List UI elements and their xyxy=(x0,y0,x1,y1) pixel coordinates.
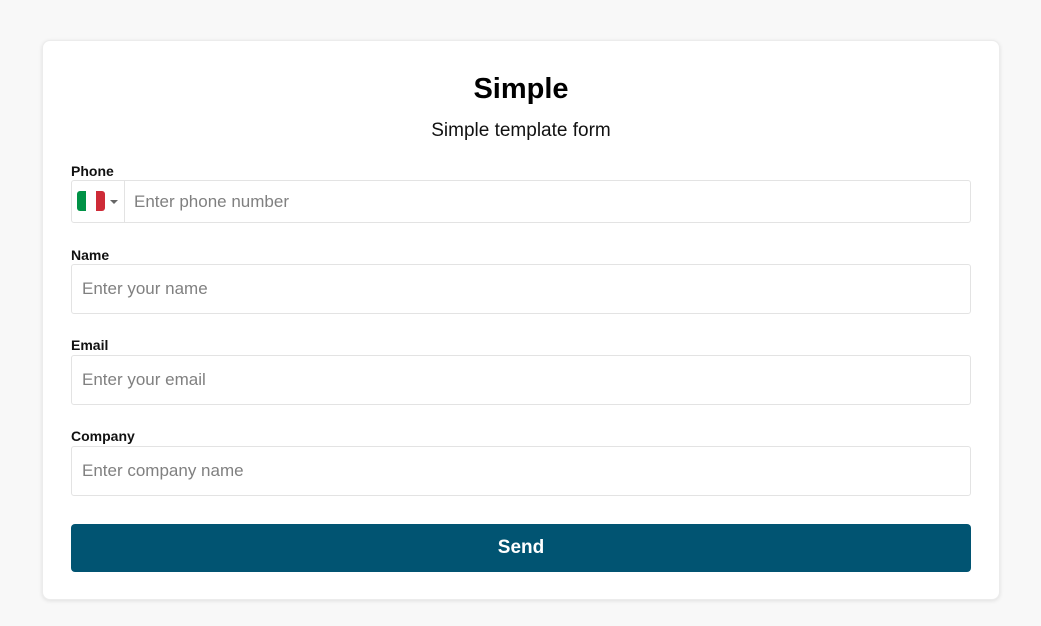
form-card: Simple Simple template form Phone Name E… xyxy=(42,40,1000,600)
company-input[interactable] xyxy=(71,446,971,496)
phone-field xyxy=(71,180,971,223)
name-label: Name xyxy=(71,247,110,263)
form-subtitle: Simple template form xyxy=(431,120,611,141)
name-input[interactable] xyxy=(71,264,971,314)
company-label: Company xyxy=(71,428,135,444)
email-input[interactable] xyxy=(71,355,971,405)
italy-flag-icon xyxy=(77,191,105,211)
send-button[interactable]: Send xyxy=(71,524,971,572)
email-label: Email xyxy=(71,337,109,353)
phone-input[interactable] xyxy=(125,181,970,222)
caret-down-icon xyxy=(110,200,118,204)
phone-label: Phone xyxy=(71,163,114,179)
form-title: Simple xyxy=(473,73,569,105)
country-code-dropdown[interactable] xyxy=(72,181,125,222)
